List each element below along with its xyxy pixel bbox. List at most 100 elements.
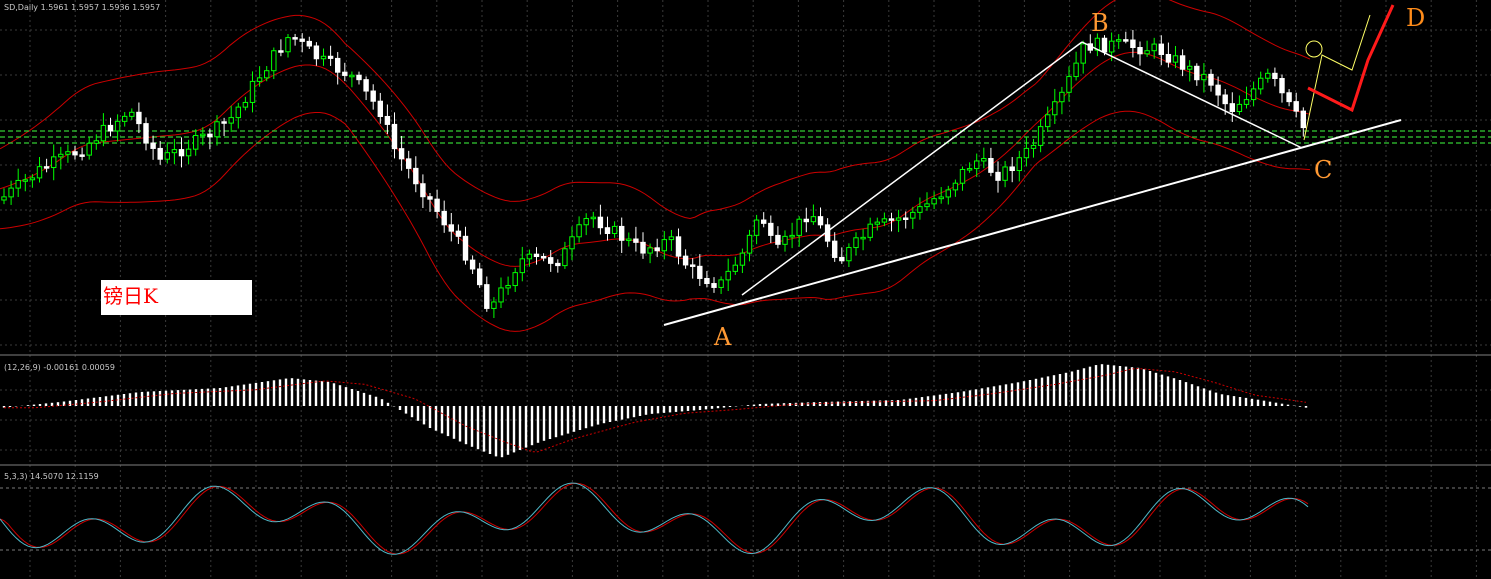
candle-body: [917, 206, 923, 213]
candle-body: [1201, 73, 1207, 81]
candle-body: [207, 133, 213, 138]
candle-body: [434, 198, 440, 212]
candle-body: [484, 284, 490, 309]
candle-body: [576, 224, 582, 238]
candle-body: [519, 258, 525, 274]
candle-body: [903, 217, 909, 221]
candle-body: [505, 285, 511, 289]
candle-body: [874, 221, 880, 225]
candle-body: [292, 37, 298, 40]
candle-body: [271, 50, 277, 72]
candle-body: [100, 124, 107, 142]
candle-body: [384, 115, 391, 125]
candle-body: [988, 158, 994, 173]
candle-body: [58, 153, 64, 158]
candle-body: [477, 268, 483, 286]
candle-body: [178, 149, 185, 157]
candle-body: [1123, 39, 1129, 42]
candle-body: [29, 177, 36, 181]
candle-body: [413, 167, 419, 185]
candle-body: [952, 182, 959, 191]
candle-body: [193, 134, 199, 150]
candle-body: [1101, 37, 1108, 53]
candle-body: [832, 240, 838, 258]
candle-body: [36, 166, 43, 179]
candle-body: [1286, 92, 1292, 103]
candle-body: [370, 90, 376, 102]
candle-body: [1158, 43, 1164, 55]
candle-body: [93, 140, 99, 144]
candle-body: [1045, 114, 1051, 128]
candle-body: [839, 256, 845, 262]
candle-body: [1236, 103, 1243, 112]
candle-body: [150, 142, 156, 149]
candle-body: [846, 247, 852, 262]
candle-body: [789, 234, 795, 238]
candle-body: [1229, 103, 1235, 112]
forecast-path-thin: [1303, 14, 1371, 141]
candle-body: [398, 148, 405, 160]
candle-body: [910, 211, 916, 219]
candle-body: [995, 171, 1001, 181]
candle-body: [335, 57, 341, 73]
candle-body: [122, 115, 128, 122]
candle-body: [1116, 39, 1122, 42]
candle-body: [391, 123, 398, 150]
candle-body: [313, 45, 320, 60]
candle-body: [221, 121, 227, 124]
candle-body: [1066, 76, 1072, 93]
candle-body: [448, 224, 455, 232]
chart-canvas: SD,Daily 1.5961 1.5957 1.5936 1.5957 (12…: [0, 0, 1491, 579]
candle-body: [43, 166, 50, 169]
macd-header: (12,26,9) -0.00161 0.00059: [4, 363, 115, 372]
candle-body: [235, 106, 242, 119]
bollinger-middle: [0, 51, 1311, 267]
candle-body: [682, 255, 689, 266]
candle-body: [1059, 91, 1065, 103]
candle-body: [860, 236, 866, 240]
candle-body: [136, 111, 142, 125]
point-label-b: B: [1091, 9, 1109, 37]
stoch-k-line: [0, 482, 1309, 555]
candle-body: [753, 219, 760, 236]
trendline-a-c: [663, 119, 1402, 326]
stochastic-pane: [0, 482, 1309, 555]
candle-body: [810, 216, 817, 223]
candle-body: [647, 247, 653, 254]
candle-body: [597, 216, 604, 229]
bollinger-upper: [0, 0, 1311, 220]
candle-body: [711, 283, 717, 288]
candle-body: [895, 217, 902, 221]
candle-body: [1009, 166, 1015, 172]
candle-body: [562, 248, 568, 267]
candle-body: [107, 124, 114, 132]
candle-body: [164, 152, 171, 160]
candle-body: [228, 117, 234, 124]
candle-body: [966, 168, 973, 171]
candle-body: [555, 262, 561, 267]
candle-body: [1165, 53, 1172, 63]
candle-body: [1300, 110, 1306, 129]
candle-body: [349, 74, 355, 78]
candle-body: [867, 223, 873, 238]
candle-body: [498, 287, 504, 303]
candle-body: [888, 218, 895, 221]
candle-body: [377, 100, 384, 117]
candle-body: [661, 239, 667, 252]
candle-body: [420, 183, 426, 198]
candle-body: [675, 236, 682, 257]
forex-chart-window: SD,Daily 1.5961 1.5957 1.5936 1.5957 (12…: [0, 0, 1491, 579]
point-label-d: D: [1406, 4, 1425, 32]
candle-body: [249, 80, 256, 103]
candle-body: [79, 154, 85, 157]
candle-body: [1194, 65, 1200, 81]
candle-body: [732, 264, 738, 272]
candle-body: [1, 196, 7, 201]
candle-body: [1208, 73, 1214, 86]
candle-body: [604, 227, 611, 234]
candle-body: [761, 219, 767, 224]
candle-body: [1187, 65, 1193, 70]
macd-signal-line: [4, 367, 1307, 453]
candle-body: [1250, 88, 1257, 101]
candle-body: [1108, 40, 1115, 53]
